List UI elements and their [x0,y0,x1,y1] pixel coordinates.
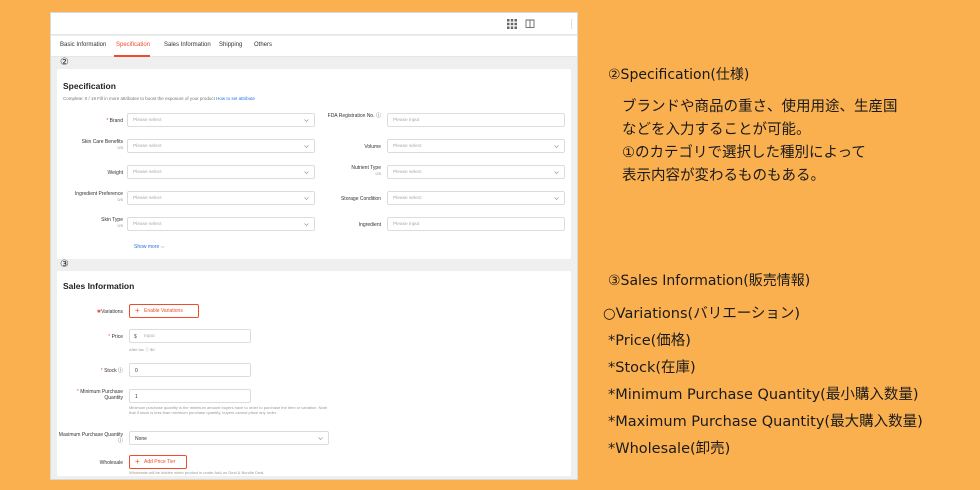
skin-type-select[interactable]: Please select [127,217,315,231]
sales-information-title: Sales Information [63,281,135,291]
attribute-completion: Complete: 0 / 19 Fill in more attributes… [63,96,255,101]
spec-annotation-line: 表示内容が変わるものもある。 [622,168,825,184]
tab-sales-information[interactable]: Sales Information [164,42,211,48]
wholesale-hint: Wholesale will be hidden when product is… [129,470,265,475]
sales-annotation-heading: ③Sales Information(販売情報) [608,273,811,289]
minimum-purchase-quantity-label: * Minimum Purchase Quantity [76,389,123,401]
chevron-down-icon [318,437,323,440]
apps-grid-icon[interactable] [506,18,518,30]
chevron-down-icon [554,171,559,174]
minimum-purchase-quantity-input[interactable]: 1 [129,389,251,403]
after-tax-text: After tax ⓘ $0 [129,347,155,352]
plus-icon: + [135,457,140,466]
tab-specification[interactable]: Specification [116,42,150,48]
chevron-down-icon [304,119,309,122]
nutrient-type-label: Nutrient Type 0/5 [351,165,381,176]
brand-label: * Brand [106,118,123,124]
ingredient-input[interactable]: Please input [387,217,565,231]
weight-label: Weight [107,170,123,176]
show-more-link[interactable]: Show more ⌵ [134,244,164,250]
spec-annotation-line: ①のカテゴリで選択した種別によって [622,145,866,161]
sales-annotation-line: *Maximum Purchase Quantity(最大購入数量) [608,414,923,430]
spec-annotation-heading: ②Specification(仕様) [608,67,750,83]
chevron-down-icon [304,197,309,200]
ingredient-label: Ingredient [358,222,381,228]
plus-icon: + [135,306,140,315]
section-marker-2: ② [60,57,69,68]
specification-section: ② Specification Complete: 0 / 19 Fill in… [57,57,571,259]
maximum-purchase-quantity-select[interactable]: None [129,431,329,445]
seller-center-screenshot: Basic Information Specification Sales In… [50,12,578,480]
sales-annotation-line: *Price(価格) [608,333,691,349]
chevron-down-icon [554,197,559,200]
how-to-set-attribute-link[interactable]: How to set attribute [216,96,255,101]
chevron-down-icon [304,171,309,174]
skin-type-label: Skin Type 0/5 [101,217,123,228]
minimum-purchase-hint: Minimum purchase quantity is the minimum… [129,405,328,415]
ingredient-preference-select[interactable]: Please select [127,191,315,205]
tab-shipping[interactable]: Shipping [219,42,242,48]
chevron-down-icon [304,223,309,226]
skin-care-benefits-label: Skin Care Benefits 0/5 [81,139,123,150]
wholesale-label: Wholesale [99,460,123,466]
chevron-down-icon [304,145,309,148]
top-bar [51,13,577,35]
tab-others[interactable]: Others [254,42,272,48]
sales-annotation-line: *Stock(在庫) [608,360,696,376]
specification-title: Specification [63,81,116,91]
stock-input[interactable]: 0 [129,363,251,377]
active-tab-indicator [114,55,150,57]
ingredient-preference-label: Ingredient Preference 0/5 [74,191,123,202]
book-icon[interactable] [524,18,536,30]
stock-label: * Stock ⓘ [100,368,123,374]
price-label: * Price [108,334,123,340]
volume-select[interactable]: Please select [387,139,565,153]
storage-condition-label: Storage Condition [340,196,381,202]
sales-annotation-line: *Minimum Purchase Quantity(最小購入数量) [608,387,919,403]
variations-label: ✱Variations [96,309,123,315]
tab-basic-information[interactable]: Basic Information [60,42,106,48]
fda-registration-input[interactable]: Please input [387,113,565,127]
volume-label: Volume [364,144,381,150]
sales-annotation-line: ○Variations(バリエーション) [603,306,801,322]
add-price-tier-button[interactable]: + Add Price Tier [129,455,187,469]
top-bar-divider [571,19,572,29]
sales-information-section: ③ Sales Information ✱Variations + Enable … [57,259,571,476]
tab-bar: Basic Information Specification Sales In… [51,36,577,57]
price-input[interactable]: $ Input [129,329,251,343]
fda-registration-label: FDA Registration No. ⓘ [327,113,381,119]
chevron-down-icon [554,145,559,148]
maximum-purchase-quantity-label: Maximum Purchase Quantity ⓘ [58,432,123,444]
enable-variations-button[interactable]: + Enable Variations [129,304,199,318]
spec-annotation-line: ブランドや商品の重さ、使用用途、生産国 [622,99,898,115]
spec-annotation-line: などを入力することが可能。 [622,122,811,138]
weight-select[interactable]: Please select [127,165,315,179]
skin-care-benefits-select[interactable]: Please select [127,139,315,153]
section-marker-3: ③ [60,259,69,270]
sales-annotation-line: *Wholesale(卸売) [608,441,731,457]
storage-condition-select[interactable]: Please select [387,191,565,205]
brand-select[interactable]: Please select [127,113,315,127]
nutrient-type-select[interactable]: Please select [387,165,565,179]
